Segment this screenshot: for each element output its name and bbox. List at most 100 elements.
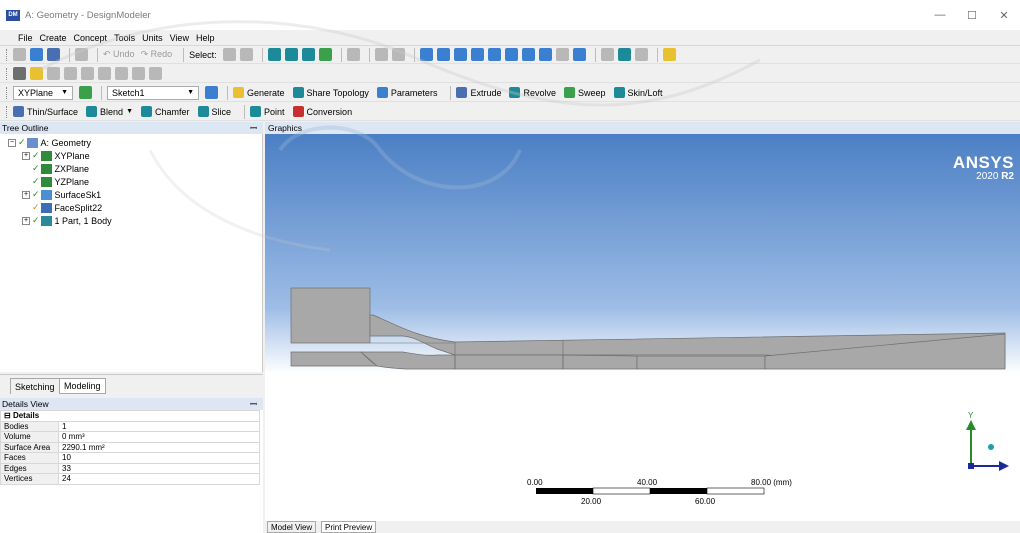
share-topology-label: Share Topology [306, 87, 369, 98]
edge-color-icon[interactable] [30, 67, 43, 80]
context-help-icon[interactable] [662, 48, 676, 61]
conversion-button[interactable]: Conversion [292, 106, 352, 117]
parameters-button[interactable]: Parameters [376, 87, 437, 98]
collapse-icon[interactable] [391, 48, 405, 61]
new-file-icon[interactable] [13, 48, 26, 61]
next-view-icon[interactable] [538, 48, 552, 61]
tab-sketching[interactable]: Sketching [10, 378, 60, 394]
graphics-viewport[interactable]: ANSYS 2020 R2 0.00 40.00 80.00 (mm) 20.0… [265, 134, 1020, 521]
model-section-face[interactable] [636, 355, 766, 370]
chamfer-button[interactable]: Chamfer [141, 106, 190, 117]
plane-select[interactable]: XYPlane ▼ [13, 85, 73, 100]
zoom-icon[interactable] [453, 48, 467, 61]
details-section-header[interactable]: ⊟ Details [0, 410, 260, 422]
save-icon[interactable] [47, 48, 60, 61]
sketch-tool-5-icon[interactable] [115, 67, 128, 80]
menu-units[interactable]: Units [142, 33, 163, 43]
flag-tool-icon[interactable] [149, 67, 162, 80]
screenshot-icon[interactable] [75, 48, 88, 61]
pan-icon[interactable] [436, 48, 450, 61]
tree-item-surfacesk1[interactable]: + ✓ SurfaceSk1 [22, 188, 101, 201]
display-model-icon[interactable] [617, 48, 631, 61]
maximize-button[interactable]: ☐ [956, 0, 988, 30]
share-topology-button[interactable]: Share Topology [292, 87, 369, 98]
skinloft-button[interactable]: Skin/Loft [613, 87, 663, 98]
body-color-icon[interactable] [13, 67, 26, 80]
toolbar-divider [244, 104, 246, 119]
display-plane-icon[interactable] [572, 48, 586, 61]
extrude-button[interactable]: Extrude [456, 87, 501, 98]
minimize-button[interactable]: — [924, 0, 956, 30]
redo-button[interactable]: ↷ Redo [141, 49, 173, 60]
expand-toggle-icon[interactable]: + [22, 190, 30, 199]
open-file-icon[interactable] [30, 48, 43, 61]
thinsurface-button[interactable]: Thin/Surface [13, 106, 78, 117]
generate-button[interactable]: Generate [233, 87, 285, 98]
new-sketch-icon[interactable] [205, 86, 218, 99]
new-plane-icon[interactable] [79, 86, 92, 99]
look-at-icon[interactable] [600, 48, 614, 61]
pin-icon[interactable]: ꟷ [250, 399, 257, 410]
menu-help[interactable]: Help [196, 33, 215, 43]
details-key: Edges [0, 462, 59, 474]
select-points-icon[interactable] [267, 48, 281, 61]
sketch-select[interactable]: Sketch1 ▼ [107, 85, 199, 100]
tab-modeling[interactable]: Modeling [59, 378, 106, 394]
toolbar-divider [450, 85, 452, 100]
point-button[interactable]: Point [250, 106, 285, 117]
tree-item-facesplit22[interactable]: ✓ FaceSplit22 [32, 201, 102, 214]
sketch-tool-2-icon[interactable] [64, 67, 77, 80]
select-faces-icon[interactable] [301, 48, 315, 61]
tree-item-yzplane[interactable]: ✓ YZPlane [32, 175, 89, 188]
model-block-face[interactable] [290, 287, 371, 344]
select-bodies-icon[interactable] [318, 48, 332, 61]
sweep-button[interactable]: Sweep [564, 87, 606, 98]
sketch-tool-4-icon[interactable] [98, 67, 111, 80]
magnifier-icon[interactable] [504, 48, 518, 61]
extend-selection-icon[interactable] [346, 48, 360, 61]
expand-toggle-icon[interactable]: + [22, 216, 30, 225]
sketch-tool-3-icon[interactable] [81, 67, 94, 80]
expand-icon[interactable] [374, 48, 388, 61]
display-point-icon[interactable] [634, 48, 648, 61]
zoom-to-fit-icon[interactable] [487, 48, 501, 61]
menu-file[interactable]: File [18, 33, 33, 43]
close-button[interactable]: ✕ [988, 0, 1020, 30]
tree-item-part-body[interactable]: + ✓ 1 Part, 1 Body [22, 214, 112, 227]
expand-toggle-icon[interactable]: + [22, 151, 30, 160]
model-throat-face[interactable] [454, 354, 564, 370]
isometric-view-icon[interactable] [555, 48, 569, 61]
tree-item-geometry[interactable]: − ✓ A: Geometry [8, 136, 91, 149]
select-mode-icon[interactable] [222, 48, 236, 61]
details-view-title: Details View [2, 399, 49, 409]
pin-icon[interactable]: ꟷ [250, 123, 257, 134]
tree-item-xyplane[interactable]: + ✓ XYPlane [22, 149, 90, 162]
model-section-face[interactable] [562, 354, 638, 370]
slice-button[interactable]: Slice [197, 106, 231, 117]
tab-print-preview[interactable]: Print Preview [321, 521, 377, 533]
blend-button[interactable]: Blend ▼ [86, 106, 133, 117]
select-edges-icon[interactable] [284, 48, 298, 61]
revolve-button[interactable]: Revolve [509, 87, 556, 98]
tree-item-zxplane[interactable]: ✓ ZXPlane [32, 162, 89, 175]
details-key: Faces [0, 452, 59, 464]
chevron-down-icon: ▼ [126, 108, 133, 115]
box-zoom-icon[interactable] [470, 48, 484, 61]
menu-tools[interactable]: Tools [114, 33, 135, 43]
menu-concept[interactable]: Concept [74, 33, 108, 43]
select-filter-icon[interactable] [239, 48, 253, 61]
menu-view[interactable]: View [170, 33, 189, 43]
tab-model-view[interactable]: Model View [267, 521, 317, 533]
model-inlet-face[interactable] [360, 351, 456, 370]
pin-tool-icon[interactable] [132, 67, 145, 80]
model-canvas: 0.00 40.00 80.00 (mm) 20.00 60.00 Y [290, 287, 1009, 506]
menu-create[interactable]: Create [40, 33, 67, 43]
graphics-title: Graphics [268, 123, 303, 133]
details-value: 10 [58, 452, 260, 464]
collapse-toggle-icon[interactable]: − [8, 138, 16, 147]
previous-view-icon[interactable] [521, 48, 535, 61]
sketch-tool-1-icon[interactable] [47, 67, 60, 80]
rotate-icon[interactable] [419, 48, 433, 61]
undo-button[interactable]: ↶ Undo [103, 49, 135, 60]
collapse-toggle-icon[interactable]: ⊟ [4, 411, 13, 420]
